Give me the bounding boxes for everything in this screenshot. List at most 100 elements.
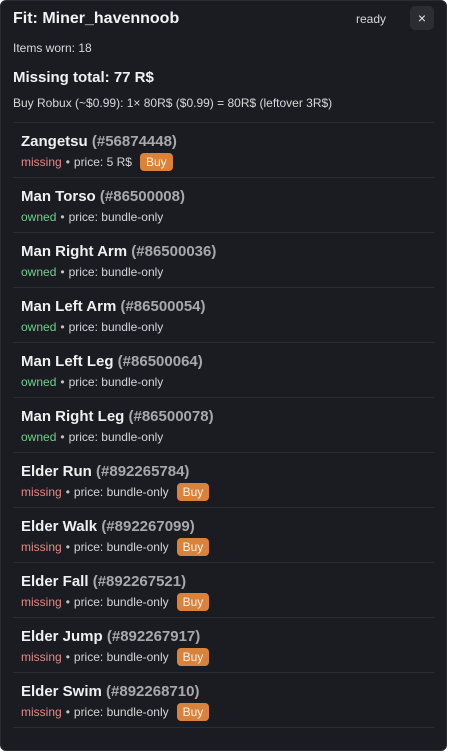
item-id: (#892268710) (106, 683, 200, 700)
item-details: missing • price: bundle-only Buy (21, 648, 210, 666)
bullet-separator: • (60, 210, 65, 224)
bullet-separator: • (60, 375, 65, 389)
price-label: price: (68, 375, 98, 389)
ownership-status: missing (21, 595, 62, 609)
list-item: Elder Swim (#892268710) missing • price: bu… (13, 673, 434, 728)
price-label: price: (73, 540, 104, 554)
item-name: Man Torso (21, 188, 96, 205)
price-value: bundle-only (101, 210, 164, 224)
ownership-status: owned (21, 430, 57, 444)
item-list: Zangetsu (#56874448) missing • price: 5 R$ B… (13, 122, 434, 728)
item-id: (#892267521) (92, 573, 187, 590)
buy-button[interactable]: Buy (176, 648, 210, 666)
price-value: 5 R$ (106, 155, 132, 169)
bullet-separator: • (65, 650, 70, 664)
buy-button[interactable]: Buy (176, 538, 210, 556)
bullet-separator: • (65, 155, 70, 169)
item-title: Elder Walk (#892267099) (21, 518, 195, 535)
bullet-separator: • (60, 265, 65, 279)
list-item: Zangetsu (#56874448) missing • price: 5 R$ B… (13, 123, 434, 178)
missing-total: Missing total: 77 R$ (13, 69, 154, 86)
item-details: missing • price: bundle-only Buy (21, 703, 210, 721)
price-value: bundle-only (106, 650, 169, 664)
price-value: bundle-only (101, 320, 164, 334)
ownership-status: owned (21, 375, 57, 389)
item-details: owned • price: bundle-only (21, 318, 163, 336)
buy-button[interactable]: Buy (139, 153, 173, 171)
ownership-status: missing (21, 540, 62, 554)
item-id: (#86500064) (117, 353, 203, 370)
ownership-status: owned (21, 320, 57, 334)
item-id: (#892267917) (106, 628, 201, 645)
item-details: missing • price: bundle-only Buy (21, 593, 210, 611)
item-name: Zangetsu (21, 133, 88, 150)
item-details: owned • price: bundle-only (21, 373, 163, 391)
item-details: owned • price: bundle-only (21, 263, 163, 281)
list-item: Man Left Arm (#86500054) owned • price: bun… (13, 288, 434, 343)
status-text: ready (355, 12, 386, 26)
list-item: Elder Walk (#892267099) missing • price: bu… (13, 508, 434, 563)
item-name: Elder Fall (21, 573, 89, 590)
item-details: owned • price: bundle-only (21, 208, 163, 226)
bullet-separator: • (65, 540, 70, 554)
price-value: bundle-only (101, 430, 164, 444)
ownership-status: owned (21, 210, 57, 224)
price-label: price: (73, 485, 104, 499)
item-name: Elder Jump (21, 628, 103, 645)
item-name: Elder Run (21, 463, 92, 480)
item-title: Elder Jump (#892267917) (21, 628, 200, 645)
item-id: (#86500008) (99, 188, 185, 205)
panel-title: Fit: Miner_havennoob (13, 10, 180, 27)
item-title: Elder Run (#892265784) (21, 463, 189, 480)
close-button[interactable]: × (410, 6, 434, 30)
list-item: Elder Jump (#892267917) missing • price: bu… (13, 618, 434, 673)
list-item: Man Right Leg (#86500078) owned • price: bu… (13, 398, 434, 453)
buy-button[interactable]: Buy (176, 703, 210, 721)
item-title: Elder Swim (#892268710) (21, 683, 199, 700)
item-name: Man Left Arm (21, 298, 117, 315)
ownership-status: missing (21, 485, 62, 499)
item-id: (#86500078) (128, 408, 214, 425)
item-id: (#86500036) (131, 243, 217, 260)
price-label: price: (68, 265, 98, 279)
bullet-separator: • (65, 485, 70, 499)
price-value: bundle-only (106, 540, 169, 554)
ownership-status: missing (21, 155, 62, 169)
item-name: Man Right Arm (21, 243, 128, 260)
price-label: price: (73, 705, 104, 719)
item-title: Man Torso (#86500008) (21, 188, 185, 205)
buy-button[interactable]: Buy (176, 593, 210, 611)
item-details: missing • price: bundle-only Buy (21, 538, 210, 556)
item-id: (#86500054) (120, 298, 206, 315)
price-value: bundle-only (106, 705, 169, 719)
price-value: bundle-only (101, 375, 164, 389)
bullet-separator: • (65, 705, 70, 719)
price-label: price: (73, 595, 104, 609)
item-name: Elder Swim (21, 683, 102, 700)
list-item: Man Left Leg (#86500064) owned • price: bun… (13, 343, 434, 398)
item-name: Elder Walk (21, 518, 98, 535)
bullet-separator: • (60, 320, 65, 334)
item-details: owned • price: bundle-only (21, 428, 163, 446)
price-value: bundle-only (106, 485, 169, 499)
price-value: bundle-only (106, 595, 169, 609)
item-title: Man Left Arm (#86500054) (21, 298, 206, 315)
price-value: bundle-only (101, 265, 164, 279)
price-label: price: (73, 155, 104, 169)
items-worn-count: Items worn: 18 (13, 41, 92, 55)
ownership-status: missing (21, 705, 62, 719)
list-item: Elder Run (#892265784) missing • price: bun… (13, 453, 434, 508)
list-item: Man Torso (#86500008) owned • price: bundle… (13, 178, 434, 233)
bullet-separator: • (60, 430, 65, 444)
item-title: Man Left Leg (#86500064) (21, 353, 203, 370)
item-title: Zangetsu (#56874448) (21, 133, 177, 150)
item-title: Man Right Leg (#86500078) (21, 408, 214, 425)
fit-panel: Fit: Miner_havennoob ready × Items worn:… (0, 0, 447, 751)
price-label: price: (68, 430, 98, 444)
panel-header: Fit: Miner_havennoob ready × (13, 6, 434, 30)
list-item: Elder Fall (#892267521) missing • price: bu… (13, 563, 434, 618)
price-label: price: (68, 320, 98, 334)
item-name: Man Left Leg (21, 353, 114, 370)
buy-button[interactable]: Buy (176, 483, 210, 501)
price-label: price: (68, 210, 98, 224)
